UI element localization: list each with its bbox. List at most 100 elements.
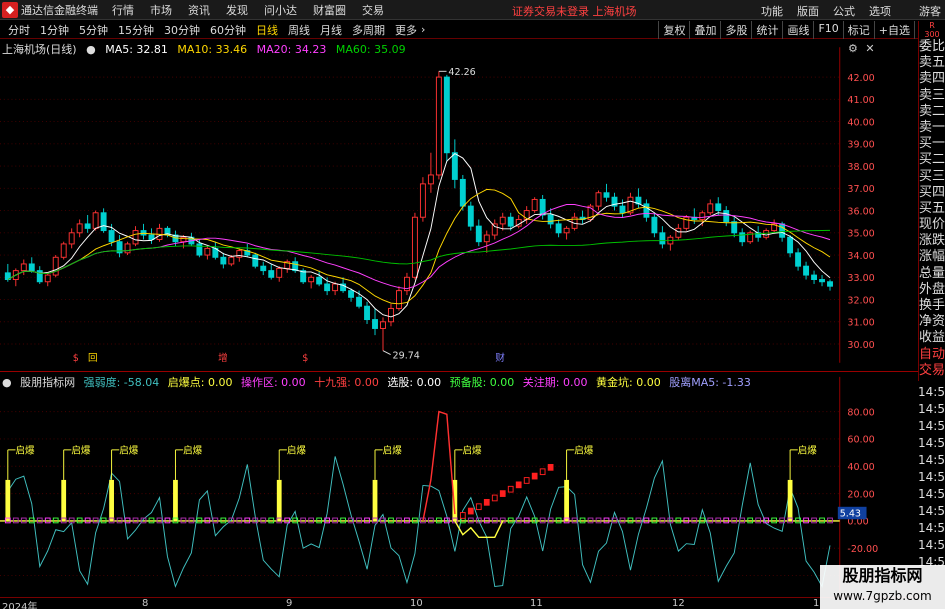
close-icon[interactable]: ✕ [865,42,874,55]
tool-add-watchlist[interactable]: +自选 [873,21,914,39]
candle-body [819,279,825,283]
menu-xuanxiang[interactable]: 选项 [869,3,891,19]
price-tick-label: 31.00 [847,318,874,329]
stock-name: 上海机场(日线) [2,43,77,56]
low-label: 29.74 [393,350,420,361]
price-tick-label: 33.00 [847,273,874,284]
event-marker[interactable]: $ [73,353,79,364]
time-entry: 14:56 [918,453,945,467]
menu-zixun[interactable]: 资讯 [188,2,210,18]
burst-label: 启爆 [798,445,818,457]
menu-gongshi[interactable]: 公式 [833,3,855,19]
candle-body [483,234,490,243]
candle-body [467,205,474,227]
ma5-value: MA5: 32.81 [105,43,168,56]
menu-wenxiaoda[interactable]: 问小达 [264,2,297,18]
period-multi[interactable]: 多周期 [350,22,387,38]
candle-body [811,274,818,281]
period-30min[interactable]: 30分钟 [162,22,202,38]
candle-body [715,203,722,212]
indicator-shijiuqiang: 十九强: 0.00 [314,376,379,389]
tool-diejia[interactable]: 叠加 [689,21,720,39]
period-15min[interactable]: 15分钟 [116,22,156,38]
tool-duogu[interactable]: 多股 [720,21,751,39]
price-tick-label: 35.00 [847,229,874,240]
indicator-tick-label: 80.00 [847,407,874,418]
event-marker[interactable]: 增 [218,352,228,364]
indicator-chart[interactable]: 80.0060.0040.0020.000.00-20.00-40.005.43… [0,372,878,597]
menu-shichang[interactable]: 市场 [150,2,172,18]
price-tick-label: 42.00 [847,73,874,84]
quote-field: 收益 [919,330,945,346]
price-tick-label: 41.00 [847,95,874,106]
tool-tongji[interactable]: 统计 [751,21,782,39]
period-1min[interactable]: 1分钟 [38,22,71,38]
menu-caifuquan[interactable]: 财富圈 [313,2,346,18]
rise-square [475,503,482,511]
event-marker[interactable]: 财 [495,352,505,364]
menu-banmian[interactable]: 版面 [797,3,819,19]
settings-icon[interactable]: ⚙ [848,42,858,55]
indicator-tick-label: 60.00 [847,435,874,446]
quote-field: 卖四 [919,71,945,87]
period-daily[interactable]: 日线 [254,22,280,38]
ma60-value: MA60: 35.09 [335,43,406,56]
burst-bar [109,479,114,521]
time-entry: 14:56 [918,470,945,484]
period-more[interactable]: 更多 [393,22,419,38]
date-label: 12 [672,598,685,609]
event-marker[interactable]: $ [302,353,308,364]
event-marker[interactable]: 回 [88,353,98,364]
candle-body [388,307,394,323]
date-label: 11 [530,598,543,609]
burst-label: 启爆 [71,445,91,457]
rise-square [515,481,522,489]
price-tick-label: 37.00 [847,184,874,195]
period-5min[interactable]: 5分钟 [77,22,110,38]
candle-body [220,256,227,265]
period-fenshi[interactable]: 分时 [6,22,32,38]
candlestick-chart[interactable]: 42.00 41.00 40.00 39.00 38.00 37.00 36.00 35.00… [0,40,878,370]
settings-circle-icon[interactable]: ● [2,376,12,389]
candle-body [779,223,786,238]
indicator-caozuoqu: 操作区: 0.00 [240,376,306,389]
trade-login-alert[interactable]: 证券交易未登录 上海机场 [512,3,637,19]
chevron-right-icon[interactable]: › [421,23,425,36]
period-toolbar: 分时 1分钟 5分钟 15分钟 30分钟 60分钟 日线 周线 月线 多周期 更… [0,21,945,39]
period-weekly[interactable]: 周线 [286,22,312,38]
candle-body [651,216,658,234]
tool-f10[interactable]: F10 [813,21,842,39]
tool-biaoji[interactable]: 标记 [842,21,874,39]
burst-bar [276,479,282,521]
period-60min[interactable]: 60分钟 [208,22,248,38]
candle-body [316,276,323,285]
indicator-tick-label: -20.00 [847,544,878,555]
candle-body [108,230,115,243]
tool-huaxian[interactable]: 画线 [782,21,813,39]
rise-square [507,485,514,493]
candle-body [348,290,355,298]
date-label: 1 [813,598,820,609]
app-title: 通达信金融终端 [21,3,98,17]
candle-body [763,230,770,238]
menu-jiaoyi[interactable]: 交易 [362,2,384,18]
settings-circle-icon[interactable]: ● [86,43,96,56]
candle-body [659,232,666,245]
menu-gongneng[interactable]: 功能 [761,3,783,19]
menu-right-group: 功能 版面 公式 选项 游客 [747,3,941,19]
candle-body [332,283,339,292]
user-guest[interactable]: 游客 [919,3,941,19]
chart-controls: ⚙ ✕ [848,42,875,55]
candle-body [124,243,131,254]
indicator-gulima5: 股离MA5: -1.33 [669,376,751,389]
candle-body [36,270,43,283]
spike-line [422,410,456,522]
time-entry: 14:56 [918,504,945,518]
menu-hangqing[interactable]: 行情 [112,2,134,18]
quote-field: 卖二 [919,103,945,119]
tool-fuquan[interactable]: 复权 [658,21,689,39]
menu-faxian[interactable]: 发现 [226,2,248,18]
candle-body [276,267,283,278]
period-monthly[interactable]: 月线 [318,22,344,38]
rise-square [467,507,474,515]
